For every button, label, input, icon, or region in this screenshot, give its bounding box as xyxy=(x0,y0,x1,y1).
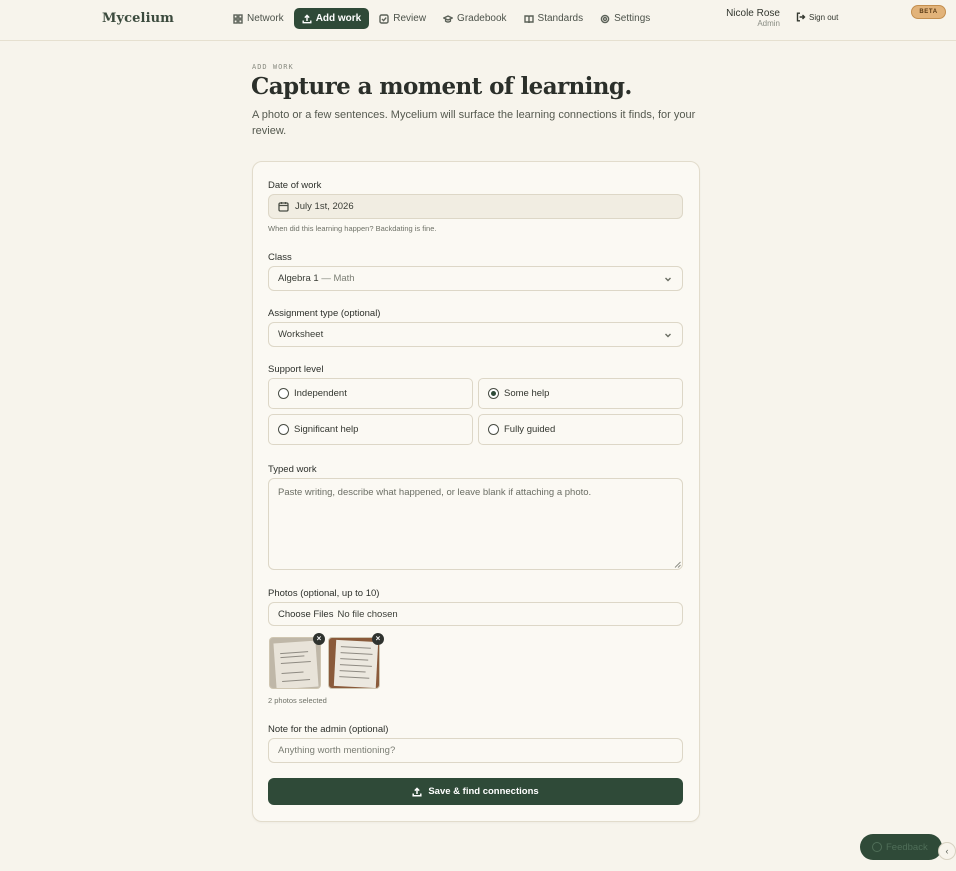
support-option-label: Some help xyxy=(504,388,550,399)
photo-thumbnail[interactable] xyxy=(328,637,380,689)
worksheet-image xyxy=(273,640,319,688)
radio-button[interactable] xyxy=(278,424,289,435)
file-status: No file chosen xyxy=(337,608,398,620)
admin-note-placeholder: Anything worth mentioning? xyxy=(278,745,396,756)
class-value: Algebra 1 xyxy=(278,273,319,284)
nav-network-label: Network xyxy=(247,13,284,24)
choose-files-button[interactable]: Choose Files xyxy=(278,609,333,620)
beta-badge: BETA xyxy=(911,5,946,19)
user-info: Nicole Rose Admin xyxy=(700,8,780,29)
page-title: Capture a moment of learning. xyxy=(251,73,632,100)
support-option-label: Fully guided xyxy=(504,424,556,435)
gear-icon xyxy=(600,14,610,23)
nav-network[interactable]: Network xyxy=(226,8,291,29)
nav-settings[interactable]: Settings xyxy=(593,8,657,29)
remove-photo-button[interactable]: × xyxy=(313,633,325,645)
remove-photo-button[interactable]: × xyxy=(372,633,384,645)
photos-count: 2 photos selected xyxy=(268,696,327,705)
upload-icon xyxy=(412,786,422,796)
user-name: Nicole Rose xyxy=(726,8,780,19)
user-role: Admin xyxy=(757,19,780,28)
collapse-chevron-button[interactable]: ‹ xyxy=(938,842,956,860)
date-value: July 1st, 2026 xyxy=(295,201,354,212)
nav-settings-label: Settings xyxy=(614,13,651,24)
nav-standards[interactable]: Standards xyxy=(517,8,591,29)
assignment-type-label: Assignment type (optional) xyxy=(268,308,381,319)
sign-out-button[interactable]: Sign out xyxy=(796,12,838,22)
radio-button[interactable] xyxy=(488,424,499,435)
assignment-type-value: Worksheet xyxy=(278,329,324,340)
date-picker[interactable]: July 1st, 2026 xyxy=(268,194,683,219)
support-option-some-help[interactable]: Some help xyxy=(478,378,683,409)
date-hint: When did this learning happen? Backdatin… xyxy=(268,224,437,233)
upload-icon xyxy=(302,13,312,23)
support-option-independent[interactable]: Independent xyxy=(268,378,473,409)
worksheet-image xyxy=(333,639,379,688)
typed-work-label: Typed work xyxy=(268,464,317,475)
assignment-type-select[interactable]: Worksheet xyxy=(268,322,683,347)
top-navigation-bar: Mycelium Network Add work Review Gradebo… xyxy=(0,0,956,41)
class-select[interactable]: Algebra 1 — Math xyxy=(268,266,683,291)
radio-button-selected[interactable] xyxy=(488,388,499,399)
photos-label: Photos (optional, up to 10) xyxy=(268,588,380,599)
admin-note-label: Note for the admin (optional) xyxy=(268,724,389,735)
page-eyebrow: ADD WORK xyxy=(252,63,294,71)
main-nav: Network Add work Review Gradebook Standa… xyxy=(226,8,660,29)
nav-gradebook-label: Gradebook xyxy=(457,13,507,24)
nav-add-work-label: Add work xyxy=(315,13,362,24)
typed-work-textarea[interactable]: Paste writing, describe what happened, o… xyxy=(268,478,683,570)
feedback-button[interactable]: Feedback xyxy=(860,834,942,860)
date-label: Date of work xyxy=(268,180,322,191)
admin-note-input[interactable]: Anything worth mentioning? xyxy=(268,738,683,763)
support-level-label: Support level xyxy=(268,364,324,375)
grid-icon xyxy=(233,13,243,24)
calendar-icon xyxy=(278,202,289,212)
nav-review-label: Review xyxy=(393,13,427,24)
typed-work-placeholder: Paste writing, describe what happened, o… xyxy=(278,487,592,498)
photo-thumbnail[interactable] xyxy=(269,637,321,689)
chat-bubble-icon xyxy=(872,842,882,852)
save-find-connections-button[interactable]: Save & find connections xyxy=(268,778,683,805)
support-option-label: Independent xyxy=(294,388,347,399)
sign-out-icon xyxy=(796,12,806,22)
chevron-down-icon xyxy=(665,333,671,338)
book-open-icon xyxy=(523,14,534,23)
photos-file-input[interactable]: Choose Files No file chosen xyxy=(268,602,683,626)
nav-add-work[interactable]: Add work xyxy=(293,8,370,29)
support-option-fully-guided[interactable]: Fully guided xyxy=(478,414,683,445)
radio-button[interactable] xyxy=(278,388,289,399)
nav-gradebook[interactable]: Gradebook xyxy=(436,8,513,29)
brand-logo[interactable]: Mycelium xyxy=(102,11,174,26)
graduation-cap-icon xyxy=(443,14,454,23)
check-square-icon xyxy=(379,13,389,24)
sign-out-label: Sign out xyxy=(809,12,839,22)
chevron-down-icon xyxy=(665,277,671,282)
nav-standards-label: Standards xyxy=(537,13,584,24)
feedback-label: Feedback xyxy=(886,841,928,853)
support-option-significant-help[interactable]: Significant help xyxy=(268,414,473,445)
class-label: Class xyxy=(268,252,292,263)
class-subject: — Math xyxy=(321,273,355,284)
resize-grip-icon[interactable] xyxy=(674,561,681,568)
support-option-label: Significant help xyxy=(294,424,359,435)
page-subtitle: A photo or a few sentences. Mycelium wil… xyxy=(252,109,696,137)
submit-label: Save & find connections xyxy=(428,786,539,797)
nav-review[interactable]: Review xyxy=(372,8,433,29)
